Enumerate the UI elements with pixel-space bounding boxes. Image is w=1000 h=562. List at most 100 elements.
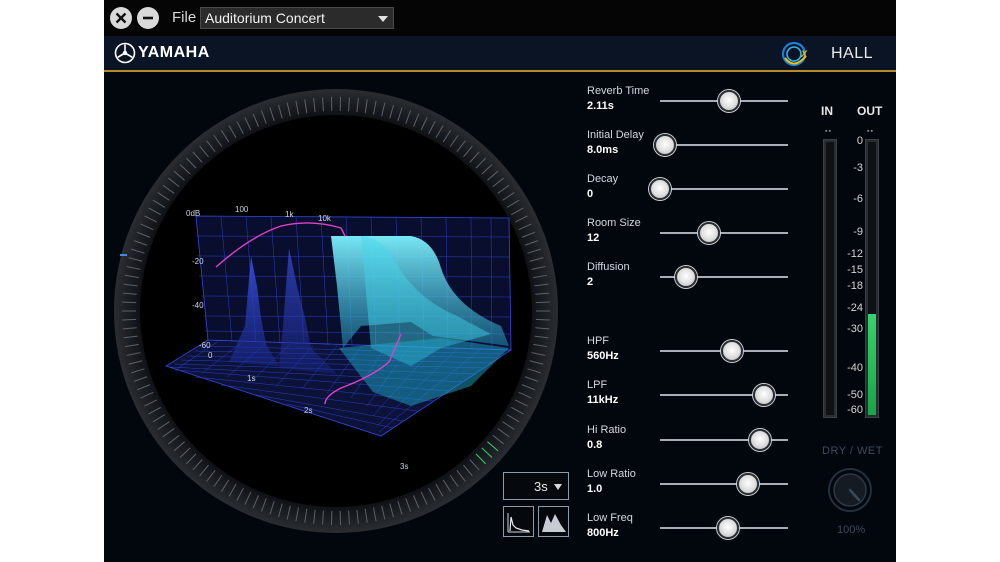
param-name: Low Ratio: [587, 468, 636, 480]
param-hi-ratio: Hi Ratio 0.8: [587, 424, 797, 468]
dry-wet-label: DRY / WET: [822, 445, 883, 457]
close-icon: [115, 12, 127, 24]
chevron-down-icon: [554, 484, 562, 490]
output-level-fill: [868, 314, 876, 415]
slider-track-initial-delay[interactable]: [660, 144, 788, 146]
input-clip-leds: ▪▪: [825, 128, 832, 135]
db-label-40: -40: [192, 301, 204, 310]
rev-x-logo-icon: X: [781, 41, 808, 67]
meter-scale-mark: -40: [847, 362, 863, 374]
2d-response-icon: [507, 513, 530, 533]
slider-knob-decay[interactable]: [649, 178, 671, 200]
dial-tick: [122, 318, 137, 321]
reverb-3d-visualizer: 0dB -20 -40 -60 100 1k 10k 0 1s 2s 3s: [114, 89, 558, 533]
dial-marker: [120, 254, 127, 256]
param-initial-delay: Initial Delay 8.0ms: [587, 129, 797, 173]
meter-scale-mark: -12: [847, 248, 863, 260]
plugin-window: File Auditorium Concert YAMAHA X HALL 0d…: [104, 0, 896, 562]
dry-wet-value: 100%: [837, 524, 866, 536]
output-meter-label: OUT: [857, 104, 883, 118]
time-label-2s: 2s: [304, 406, 312, 415]
meter-scale-mark: 0: [856, 135, 863, 147]
param-name: LPF: [587, 379, 608, 391]
meter-scale-mark: -60: [847, 404, 863, 416]
freq-label-1k: 1k: [285, 210, 294, 219]
dial-tick: [535, 301, 550, 304]
slider-knob-low-ratio[interactable]: [737, 473, 760, 495]
param-value: 12: [587, 232, 600, 244]
minimize-button[interactable]: [137, 7, 159, 29]
view-3d-button[interactable]: [538, 506, 569, 537]
dial-tick: [122, 301, 137, 304]
slider-track-low-ratio[interactable]: [660, 483, 788, 485]
time-label-3s: 3s: [400, 462, 408, 471]
preset-dropdown[interactable]: Auditorium Concert: [200, 7, 394, 29]
param-low-ratio: Low Ratio 1.0: [587, 468, 797, 512]
svg-text:X: X: [800, 49, 808, 59]
slider-knob-reverb-time[interactable]: [718, 90, 741, 112]
param-diffusion: Diffusion 2: [587, 261, 797, 305]
meter-scale-mark: -50: [847, 389, 863, 401]
param-value: 560Hz: [587, 350, 619, 362]
view-2d-button[interactable]: [503, 506, 534, 537]
chevron-down-icon: [378, 16, 388, 22]
dry-wet-knob[interactable]: [826, 466, 874, 514]
freq-label-10k: 10k: [318, 214, 332, 223]
param-decay: Decay 0: [587, 173, 797, 217]
param-room-size: Room Size 12: [587, 217, 797, 261]
output-clip-leds: ▪▪: [867, 128, 874, 135]
time-range-dropdown[interactable]: 3s: [503, 472, 569, 500]
meter-scale-mark: -24: [847, 302, 863, 314]
db-label-60: -60: [199, 341, 211, 350]
param-value: 800Hz: [587, 527, 619, 539]
minimize-icon: [143, 16, 153, 20]
param-value: 1.0: [587, 483, 603, 495]
param-value: 2.11s: [587, 100, 614, 112]
param-name: Diffusion: [587, 261, 630, 273]
output-level-meter: [865, 139, 879, 418]
param-name: Low Freq: [587, 512, 633, 524]
freq-label-100: 100: [235, 205, 249, 214]
param-value: 0.8: [587, 439, 603, 451]
slider-knob-low-freq[interactable]: [716, 517, 739, 539]
slider-track-room-size[interactable]: [660, 232, 788, 234]
param-name: Hi Ratio: [587, 424, 627, 436]
slider-knob-room-size[interactable]: [697, 222, 720, 244]
slider-track-decay[interactable]: [660, 188, 788, 190]
param-name: Reverb Time: [587, 85, 650, 97]
param-name: Decay: [587, 173, 619, 185]
param-value: 2: [587, 276, 594, 288]
param-name: Room Size: [587, 217, 641, 229]
3d-response-icon: [542, 514, 566, 532]
host-toolbar: File Auditorium Concert: [104, 0, 896, 36]
file-menu-label: File: [172, 9, 197, 26]
slider-knob-hpf[interactable]: [720, 340, 743, 362]
param-value: 0: [587, 188, 594, 200]
param-value: 8.0ms: [587, 144, 619, 156]
brand-name: YAMAHA: [138, 44, 210, 61]
time-range-value: 3s: [534, 479, 548, 494]
plugin-header: YAMAHA X HALL: [104, 36, 896, 72]
time-label-0: 0: [208, 351, 213, 360]
time-label-1s: 1s: [247, 374, 255, 383]
meter-scale-mark: -30: [847, 323, 863, 335]
slider-knob-hi-ratio[interactable]: [748, 429, 771, 451]
reverb-type-label: HALL: [831, 45, 874, 62]
param-reverb-time: Reverb Time 2.11s: [587, 85, 797, 129]
slider-knob-initial-delay[interactable]: [654, 134, 677, 156]
param-value: 11kHz: [587, 394, 619, 406]
param-lpf: LPF 11kHz: [587, 379, 797, 423]
input-level-meter: [823, 139, 837, 418]
param-low-freq: Low Freq 800Hz: [587, 512, 797, 556]
param-name: HPF: [587, 335, 609, 347]
slider-knob-lpf[interactable]: [752, 384, 775, 406]
meter-scale-mark: -3: [853, 162, 863, 174]
db-label-0: 0dB: [186, 209, 200, 218]
meter-scale-mark: -18: [847, 280, 863, 292]
param-hpf: HPF 560Hz: [587, 335, 797, 379]
meter-scale-mark: -9: [853, 226, 863, 238]
close-button[interactable]: [110, 7, 132, 29]
slider-knob-diffusion[interactable]: [674, 266, 697, 288]
meter-scale-mark: -6: [853, 193, 863, 205]
db-label-20: -20: [192, 257, 204, 266]
